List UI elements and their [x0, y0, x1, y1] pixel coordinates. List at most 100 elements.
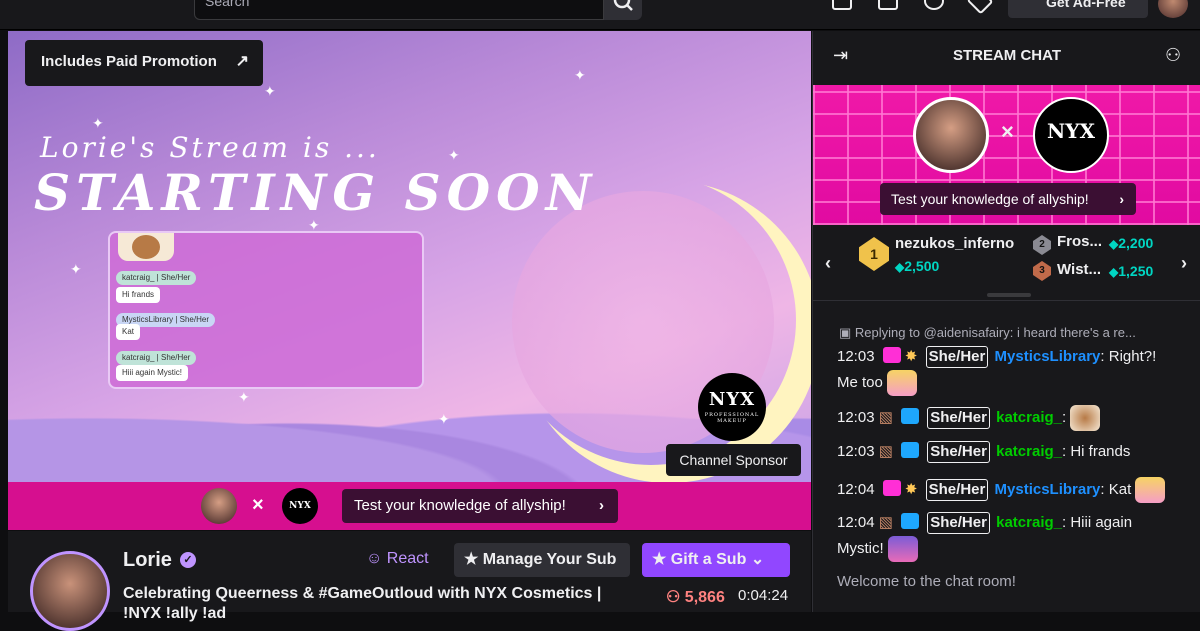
bits-gem-icon: ◆ [1109, 265, 1119, 279]
chat-allyship-label: Test your knowledge of allyship! [891, 191, 1089, 207]
pronoun-badge[interactable]: She/Her [925, 478, 989, 501]
leaderboard-name[interactable]: Wist... [1057, 261, 1101, 278]
star-badge-icon[interactable]: ✸ [905, 348, 918, 365]
paid-promotion-label: Includes Paid Promotion [41, 53, 217, 70]
chat-message: 12:04 ✸ She/Her MysticsLibrary: Kat [837, 477, 1166, 503]
top-nav-bar: Search Get Ad-Free [0, 0, 1200, 30]
gift-sub-button[interactable]: ★ Gift a Sub ⌄ [642, 543, 790, 577]
pronoun-badge[interactable]: She/Her [925, 346, 989, 368]
pronoun-badge[interactable]: She/Her [927, 406, 990, 429]
crown-badge-icon[interactable] [901, 442, 920, 458]
chat-message-continued: Me too [837, 370, 918, 396]
video-player[interactable]: ✦ ✦ ✦ ✦ ✦ ✦ ✦ ✦ Includes Paid Promotion … [8, 31, 811, 482]
search-input[interactable]: Search [194, 0, 604, 20]
chat-message: 12:03 ✸ She/Her MysticsLibrary: Right?! [837, 345, 1156, 369]
whispers-icon[interactable] [924, 0, 944, 10]
channel-sponsor-button[interactable]: Channel Sponsor [666, 444, 801, 476]
channel-avatar[interactable] [30, 551, 110, 631]
leaderboard-amount: ◆2,500 [895, 258, 940, 274]
star-icon: ✦ [70, 261, 82, 277]
allyship-quiz-label: Test your knowledge of allyship! [354, 497, 566, 514]
overlay-chat-user: katcraig_ | She/Her [116, 271, 197, 285]
bear-emote[interactable] [1070, 405, 1101, 431]
bits-badge-icon[interactable]: ▧ [879, 409, 893, 426]
chat-sponsor-banner: × NYX Test your knowledge of allyship! › [813, 85, 1200, 225]
subscriber-badge-icon[interactable] [882, 479, 901, 496]
leaderboard-name[interactable]: nezukos_inferno [895, 235, 1014, 252]
sailor-moon-emote[interactable] [887, 370, 918, 396]
anime-emote[interactable] [887, 536, 918, 562]
get-ad-free-button[interactable]: Get Ad-Free [1008, 0, 1148, 18]
bits-badge-icon[interactable]: ▧ [879, 514, 893, 531]
subscriber-badge-icon[interactable] [882, 347, 901, 363]
chat-message: 12:04 ▧ She/Her katcraig_: Hiii again [837, 511, 1132, 535]
chevron-right-icon: › [1119, 191, 1124, 207]
chat-username[interactable]: MysticsLibrary [995, 348, 1101, 365]
reply-icon: ▣ [839, 325, 852, 340]
search-button[interactable] [604, 0, 642, 20]
manage-sub-button[interactable]: ★ Manage Your Sub [454, 543, 630, 577]
react-button[interactable]: ☺ React [360, 543, 444, 575]
chat-allyship-quiz-button[interactable]: Test your knowledge of allyship! › [880, 183, 1136, 215]
pronoun-badge[interactable]: She/Her [927, 441, 990, 463]
nyx-logo: NYX [282, 488, 318, 524]
bits-leaderboard: ‹ 1 nezukos_inferno ◆2,500 2 Fros... ◆2,… [813, 225, 1200, 301]
channel-info: Lorie ✓ Celebrating Queerness & #GameOut… [8, 531, 811, 631]
chat-message: 12:03 ▧ She/Her katcraig_: Hi frands [837, 440, 1130, 464]
sailor-moon-emote[interactable] [1135, 477, 1166, 503]
streamer-avatar [201, 488, 237, 524]
chevron-left-icon[interactable]: ‹ [825, 253, 831, 274]
verified-icon: ✓ [180, 552, 196, 568]
crown-badge-icon[interactable] [901, 513, 920, 529]
star-icon: ★ [464, 551, 479, 568]
channel-name[interactable]: Lorie [123, 549, 172, 572]
star-icon: ✦ [264, 83, 276, 99]
sponsor-banner: × NYX Test your knowledge of allyship! › [8, 482, 811, 530]
community-icon[interactable]: ⚇ [1165, 45, 1181, 66]
overlay-chat-text: Kat [116, 324, 141, 340]
star-icon: ✦ [238, 389, 250, 405]
chevron-right-icon[interactable]: › [1181, 253, 1187, 274]
search-icon [613, 0, 633, 11]
streamer-avatar [913, 97, 989, 173]
rank-2-badge: 2 [1033, 235, 1051, 255]
resize-handle[interactable] [987, 293, 1031, 297]
star-badge-icon[interactable]: ✸ [905, 481, 918, 498]
leaderboard-amount: ◆2,200 [1109, 235, 1154, 251]
rank-1-badge: 1 [859, 237, 889, 271]
nyx-logo: NYX [1033, 97, 1109, 173]
overlay-chat-text: Hiii again Mystic! [116, 365, 189, 381]
chat-username[interactable]: katcraig_ [996, 514, 1062, 531]
user-avatar[interactable] [1158, 0, 1188, 18]
gift-sub-label: Gift a Sub [670, 551, 747, 568]
star-icon: ✦ [92, 115, 104, 131]
allyship-quiz-button[interactable]: Test your knowledge of allyship! › [342, 489, 618, 523]
collab-x: × [1001, 119, 1014, 144]
stream-title-continued: !NYX !ally !ad [123, 605, 227, 622]
overlay-chat-text: Hi frands [116, 287, 161, 303]
chat-username[interactable]: MysticsLibrary [995, 481, 1101, 498]
rank-3-badge: 3 [1033, 261, 1051, 281]
pronoun-badge[interactable]: She/Her [927, 512, 990, 534]
prime-icon[interactable] [832, 0, 852, 10]
chat-username[interactable]: katcraig_ [996, 409, 1062, 426]
smile-icon: ☺ [366, 550, 383, 567]
person-icon: ⚇ [666, 589, 681, 606]
crown-badge-icon[interactable] [901, 407, 920, 424]
external-link-icon: ↗ [235, 53, 249, 70]
chat-message: 12:03 ▧ She/Her katcraig_: [837, 405, 1101, 431]
stream-title: Celebrating Queerness & #GameOutloud wit… [123, 585, 602, 602]
notifications-icon[interactable] [878, 0, 898, 10]
paid-promotion-button[interactable]: Includes Paid Promotion ↗ [25, 40, 263, 86]
react-label: React [386, 550, 429, 567]
leaderboard-name[interactable]: Fros... [1057, 233, 1102, 250]
star-icon: ✦ [438, 411, 450, 427]
collab-x: × [252, 494, 264, 516]
bits-gem-icon: ◆ [895, 260, 905, 274]
chat-username[interactable]: katcraig_ [996, 443, 1062, 460]
viewer-count: ⚇ 5,866 [666, 589, 725, 606]
chevron-down-icon[interactable]: ⌄ [751, 551, 764, 568]
bits-icon[interactable] [966, 0, 994, 15]
welcome-message: Welcome to the chat room! [837, 573, 1016, 590]
bits-badge-icon[interactable]: ▧ [879, 443, 893, 460]
